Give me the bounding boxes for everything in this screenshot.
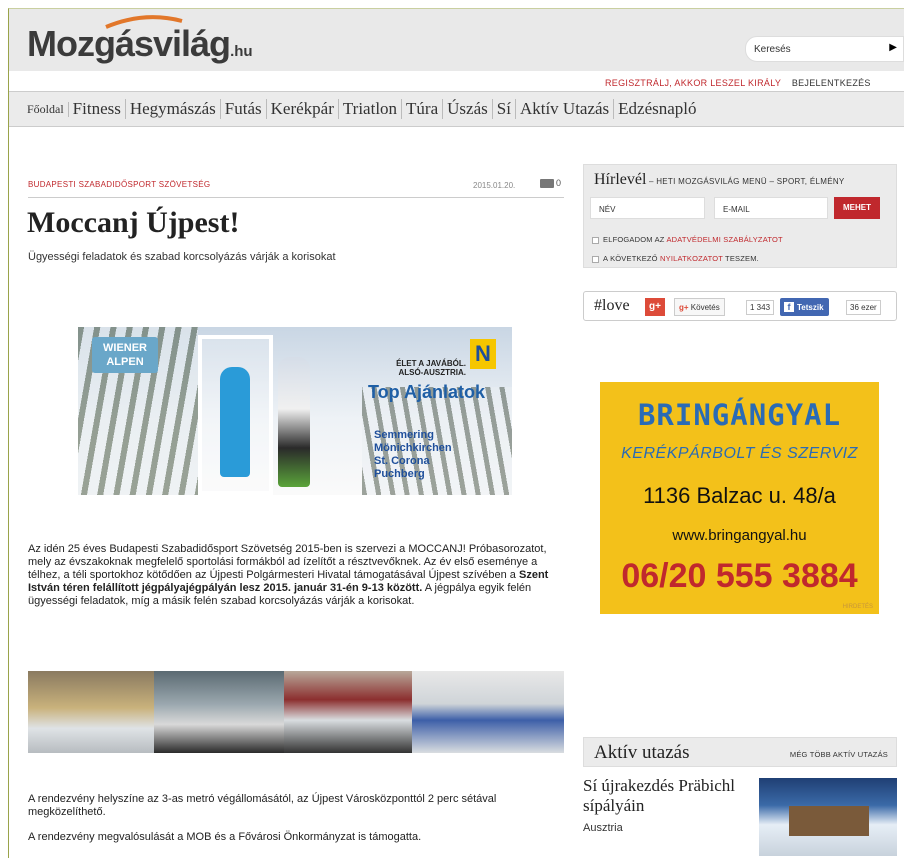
event-photo[interactable] [284, 671, 412, 753]
google-plus-icon[interactable]: g+ [645, 298, 665, 316]
ad-subtitle: KERÉKPÁRBOLT ÉS SZERVIZ [621, 445, 858, 462]
newsletter-title: Hírlevél – HETI MOZGÁSVILÁG MENÜ – SPORT… [594, 171, 845, 189]
search-label: Keresés [754, 44, 791, 55]
article-title: Moccanj Újpest! [27, 206, 240, 239]
event-photo[interactable] [28, 671, 154, 753]
social-box: #love g+ g+ Követés 1 343 f Tetszik 36 ez… [583, 291, 897, 321]
main-nav: Főoldal Fitness Hegymászás Futás Kerékpá… [9, 91, 904, 127]
follow-button[interactable]: g+ Követés [674, 298, 725, 316]
article-paragraph-1: Az idén 25 éves Budapesti Szabadidősport… [28, 543, 558, 608]
banner-claim: ÉLET A JAVÁBÓL. ALSÓ-AUSZTRIA. [396, 359, 466, 377]
article-category[interactable]: BUDAPESTI SZABADIDŐSPORT SZÖVETSÉG [28, 180, 210, 189]
logo-suffix: .hu [230, 43, 253, 60]
comment-icon [540, 179, 554, 189]
banner-badge: N [470, 339, 496, 369]
ad-brand: BRINGÁNGYAL [637, 398, 842, 432]
consent-text: A KÖVETKEZŐ [603, 254, 660, 263]
travel-article-location: Ausztria [583, 822, 623, 834]
ad-banner-wiener-alpen[interactable]: WIENER ALPEN ÉLET A JAVÁBÓL. ALSÓ-AUSZTR… [78, 327, 512, 495]
comment-count[interactable]: 0 [540, 178, 562, 189]
article-paragraph-3: A rendezvény megvalósulását a MOB és a F… [28, 831, 422, 843]
facebook-like-button[interactable]: f Tetszik [780, 298, 829, 316]
paragraph-text: Az idén 25 éves Budapesti Szabadidősport… [28, 543, 547, 581]
article-date: 2015.01.20. [473, 181, 516, 190]
follow-count: 1 343 [746, 300, 775, 315]
send-button[interactable]: MEHET [834, 197, 880, 219]
nav-item-cycling[interactable]: Kerékpár [267, 99, 339, 119]
search-arrow-icon[interactable]: ▶ [889, 42, 897, 53]
logo-text: Mozgásvilág [27, 23, 231, 64]
ad-url: www.bringangyal.hu [672, 527, 807, 544]
banner-logo: WIENER ALPEN [92, 337, 158, 373]
privacy-checkbox-row[interactable]: ELFOGADOM AZ ADATVÉDELMI SZABÁLYZATOT [592, 235, 783, 244]
newsletter-box: Hírlevél – HETI MOZGÁSVILÁG MENÜ – SPORT… [583, 164, 897, 268]
newsletter-subtitle: – HETI MOZGÁSVILÁG MENÜ – SPORT, ÉLMÉNY [646, 177, 845, 186]
nav-item-ski[interactable]: Sí [493, 99, 516, 119]
banner-skier-green [278, 357, 310, 487]
travel-article-title[interactable]: Sí újrakezdés Präbichl sípályáin [583, 776, 743, 816]
newsletter-title-text: Hírlevél [594, 171, 647, 188]
nav-item-home[interactable]: Főoldal [23, 101, 69, 117]
banner-place: Semmering [374, 429, 434, 441]
ad-phone: 06/20 555 3884 [621, 557, 858, 595]
like-count: 36 ezer [846, 300, 881, 315]
logo-swoosh-icon [105, 15, 183, 29]
article-divider [28, 197, 564, 198]
travel-article-thumbnail[interactable] [759, 778, 897, 856]
nav-item-training-log[interactable]: Edzésnapló [614, 99, 700, 119]
event-photo[interactable] [412, 671, 564, 753]
email-field[interactable]: E-MAIL [714, 197, 828, 219]
article-lead: Ügyességi feladatok és szabad korcsolyáz… [28, 251, 336, 263]
consent-text: ELFOGADOM AZ [603, 235, 667, 244]
ad-bringangyal[interactable]: BRINGÁNGYAL KERÉKPÁRBOLT ÉS SZERVIZ 1136… [600, 382, 879, 614]
consent-text: TESZEM. [722, 254, 759, 263]
banner-headline: Top Ajánlatok [368, 382, 485, 402]
nav-item-hiking[interactable]: Túra [402, 99, 444, 119]
banner-place: Puchberg [374, 468, 425, 480]
nav-item-active-travel[interactable]: Aktív Utazás [516, 99, 615, 119]
more-active-travel-link[interactable]: MÉG TÖBB AKTÍV UTAZÁS [790, 750, 888, 759]
name-field[interactable]: NÉV [590, 197, 705, 219]
banner-skier-blue [220, 367, 250, 477]
declaration-link[interactable]: NYILATKOZATOT [660, 254, 723, 263]
search-box[interactable]: Keresés ▶ [745, 36, 904, 62]
social-title: #love [594, 297, 630, 314]
account-links: REGISZTRÁLJ, AKKOR LESZEL KIRÁLY BEJELEN… [605, 78, 871, 88]
login-link[interactable]: BEJELENTKEZÉS [792, 78, 871, 88]
follow-label: Követés [690, 303, 720, 312]
active-travel-header: Aktív utazás MÉG TÖBB AKTÍV UTAZÁS [583, 737, 897, 767]
nav-item-swimming[interactable]: Úszás [443, 99, 493, 119]
nav-item-triathlon[interactable]: Triatlon [339, 99, 403, 119]
banner-place: Mönichkirchen [374, 442, 452, 454]
comment-count-value: 0 [556, 178, 562, 188]
nav-item-running[interactable]: Futás [221, 99, 267, 119]
ad-label: HIRDETÉS [842, 604, 873, 610]
article-paragraph-2: A rendezvény helyszíne az 3-as metró vég… [28, 793, 497, 818]
banner-place: St. Corona [374, 455, 430, 467]
active-travel-title: Aktív utazás [594, 742, 690, 763]
register-link[interactable]: REGISZTRÁLJ, AKKOR LESZEL KIRÁLY [605, 78, 781, 88]
privacy-policy-link[interactable]: ADATVÉDELMI SZABÁLYZATOT [666, 235, 782, 244]
google-plus-small-icon: g+ [679, 303, 689, 312]
thumbnail-building [789, 806, 869, 836]
event-photo[interactable] [154, 671, 284, 753]
declaration-checkbox[interactable] [592, 255, 599, 263]
site-logo[interactable]: Mozgásvilág.hu [27, 23, 253, 65]
privacy-checkbox[interactable] [592, 236, 599, 244]
facebook-icon: f [784, 302, 794, 312]
declaration-checkbox-row[interactable]: A KÖVETKEZŐ NYILATKOZATOT TESZEM. [592, 254, 759, 263]
nav-item-fitness[interactable]: Fitness [69, 99, 126, 119]
like-label: Tetszik [797, 303, 824, 312]
banner-places: Semmering Mönichkirchen St. Corona Puchb… [374, 429, 452, 481]
ad-address: 1136 Balzac u. 48/a [643, 483, 836, 508]
photo-strip [28, 671, 564, 753]
nav-item-climbing[interactable]: Hegymászás [126, 99, 221, 119]
